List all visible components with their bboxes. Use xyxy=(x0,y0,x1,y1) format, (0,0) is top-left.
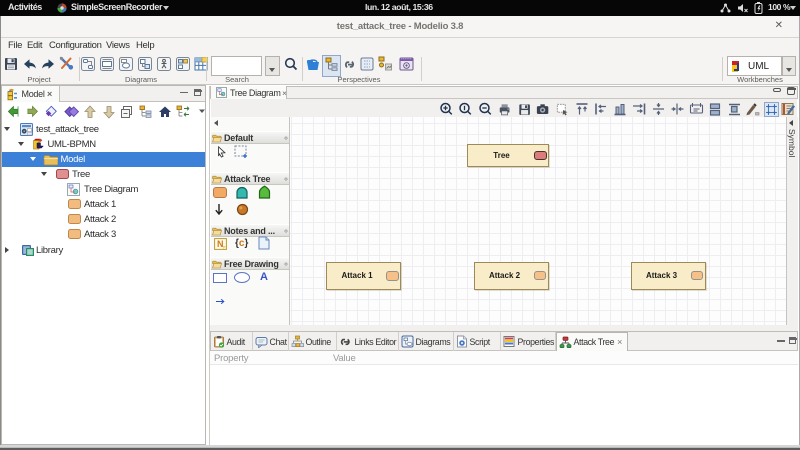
svg-text:N: N xyxy=(217,239,224,249)
